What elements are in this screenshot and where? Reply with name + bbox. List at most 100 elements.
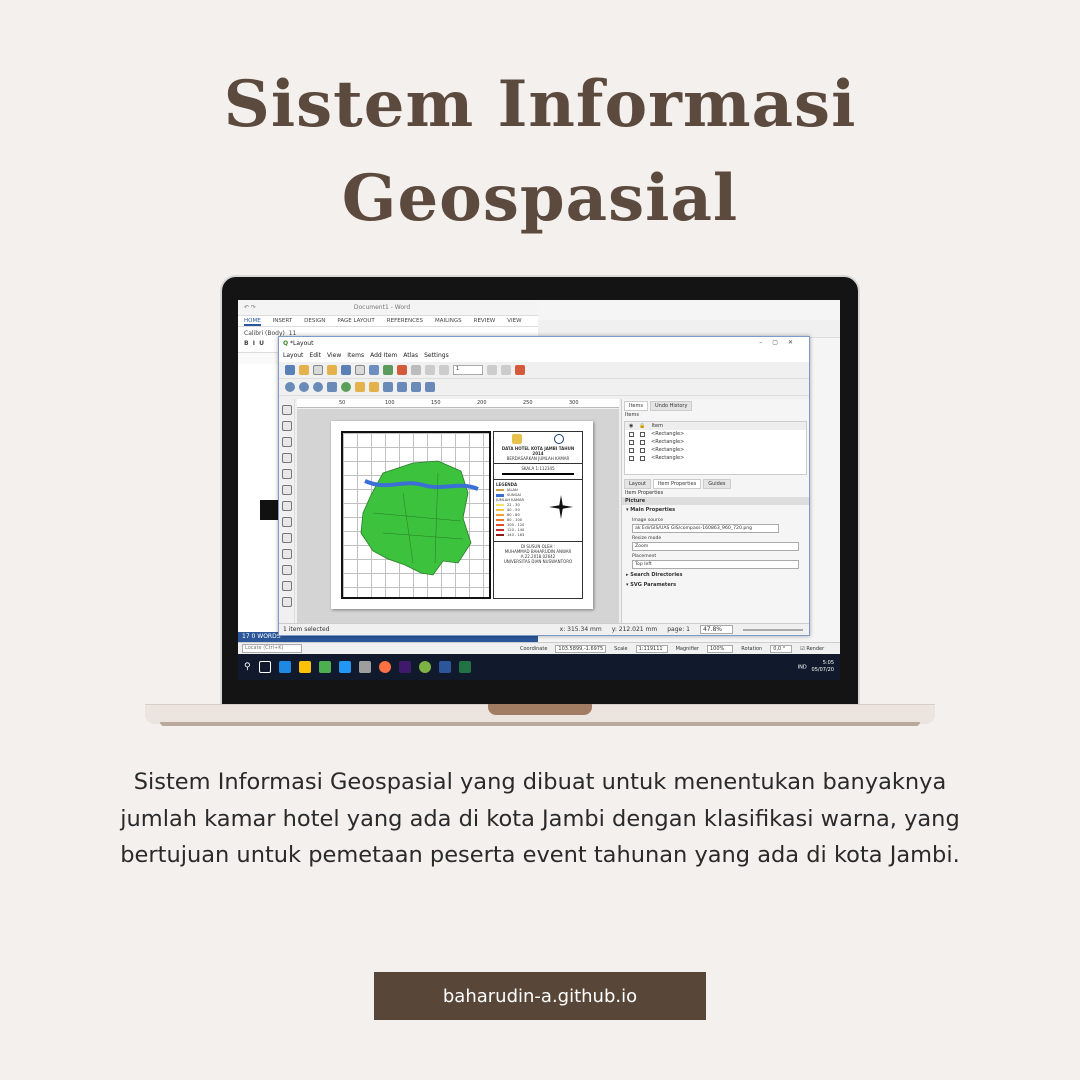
zoom-100-icon[interactable] — [313, 382, 323, 392]
dropbox-icon[interactable] — [338, 661, 351, 673]
zoom-tool-icon[interactable] — [281, 421, 292, 431]
layout-canvas[interactable]: DATA HOTEL KOTA JAMBI TAHUN 2014 BERDASA… — [297, 409, 619, 625]
language-indicator[interactable]: IND — [798, 665, 807, 671]
window-controls[interactable]: –▢✕ — [759, 339, 803, 346]
search-directories-section[interactable]: ▸ Search Directories — [622, 570, 809, 580]
word-tab-design[interactable]: DESIGN — [304, 316, 325, 326]
tab-items[interactable]: Items — [624, 401, 648, 411]
photos-icon[interactable] — [318, 661, 331, 673]
menu-add-item[interactable]: Add Item — [370, 352, 397, 361]
word-tab-home[interactable]: HOME — [244, 316, 261, 326]
coordinate-field[interactable]: 103.5899,-1.6975 — [555, 644, 607, 653]
word-tab-insert[interactable]: INSERT — [273, 316, 292, 326]
word-tab-page-layout[interactable]: PAGE LAYOUT — [337, 316, 374, 326]
save-icon[interactable] — [285, 365, 295, 375]
page-icon[interactable] — [355, 365, 365, 375]
lock-checkbox[interactable] — [640, 455, 645, 461]
menu-atlas[interactable]: Atlas — [403, 352, 418, 361]
refresh-icon[interactable] — [341, 382, 351, 392]
select-tool-icon[interactable] — [281, 437, 292, 447]
task-view-icon[interactable] — [258, 661, 271, 673]
add-table-icon[interactable] — [281, 597, 292, 607]
map-item[interactable] — [341, 431, 491, 599]
word-tab-references[interactable]: REFERENCES — [387, 316, 423, 326]
move-content-icon[interactable] — [281, 453, 292, 463]
tab-undo-history[interactable]: Undo History — [650, 401, 693, 411]
export-image-icon[interactable] — [383, 365, 393, 375]
resize-mode-select[interactable]: Zoom — [632, 542, 799, 551]
list-item[interactable]: <Rectangle> — [625, 430, 806, 438]
store-icon[interactable] — [298, 661, 311, 673]
group-icon[interactable] — [383, 382, 393, 392]
save-template-icon[interactable] — [341, 365, 351, 375]
render-checkbox[interactable]: ☑ Render — [800, 646, 824, 652]
clock[interactable]: 5:05 05/07/20 — [812, 660, 834, 674]
pan-tool-icon[interactable] — [281, 405, 292, 415]
add-legend-icon[interactable] — [281, 533, 292, 543]
image-source-input[interactable]: ak Edi/GIS/UAS GIS/compass-160863_960_72… — [632, 524, 779, 533]
rotation-field[interactable]: 0,0 ° — [770, 644, 793, 653]
zoom-in-icon[interactable] — [285, 382, 295, 392]
visibility-checkbox[interactable] — [629, 447, 634, 453]
lock-checkbox[interactable] — [640, 439, 645, 445]
add-picture-icon[interactable] — [281, 501, 292, 511]
atlas-first-icon[interactable] — [425, 365, 435, 375]
print-icon[interactable] — [369, 365, 379, 375]
tab-guides[interactable]: Guides — [703, 479, 731, 489]
list-item[interactable]: <Rectangle> — [625, 438, 806, 446]
add-arrow-icon[interactable] — [281, 581, 292, 591]
word-icon[interactable] — [438, 661, 451, 673]
list-item[interactable]: <Rectangle> — [625, 454, 806, 462]
duplicate-icon[interactable] — [313, 365, 323, 375]
atlas-page-select[interactable]: 1 — [453, 365, 483, 375]
lock-checkbox[interactable] — [640, 431, 645, 437]
open-folder-icon[interactable] — [327, 365, 337, 375]
visibility-checkbox[interactable] — [629, 439, 634, 445]
firefox-icon[interactable] — [378, 661, 391, 673]
edge-icon[interactable] — [278, 661, 291, 673]
word-tab-view[interactable]: VIEW — [507, 316, 521, 326]
after-effects-icon[interactable] — [398, 661, 411, 673]
atlas-prev-icon[interactable] — [439, 365, 449, 375]
atlas-print-icon[interactable] — [515, 365, 525, 375]
magnifier-field[interactable]: 100% — [706, 644, 734, 653]
word-tab-review[interactable]: REVIEW — [474, 316, 496, 326]
new-layout-icon[interactable] — [299, 365, 309, 375]
svg-parameters-section[interactable]: ▾ SVG Parameters — [622, 580, 809, 590]
lower-item-icon[interactable] — [369, 382, 379, 392]
qgis-icon[interactable] — [418, 661, 431, 673]
main-properties-section[interactable]: ▾ Main Properties — [622, 505, 809, 515]
tab-item-properties[interactable]: Item Properties — [653, 479, 702, 489]
menu-layout[interactable]: Layout — [283, 352, 303, 361]
atlas-next-icon[interactable] — [487, 365, 497, 375]
add-scalebar-icon[interactable] — [281, 549, 292, 559]
resize-icon[interactable] — [425, 382, 435, 392]
list-item[interactable]: <Rectangle> — [625, 446, 806, 454]
distribute-icon[interactable] — [411, 382, 421, 392]
undo-icon[interactable] — [397, 365, 407, 375]
raise-item-icon[interactable] — [355, 382, 365, 392]
menu-items[interactable]: Items — [347, 352, 364, 361]
scale-field[interactable]: 1:119111 — [635, 644, 668, 653]
align-icon[interactable] — [397, 382, 407, 392]
zoom-full-icon[interactable] — [327, 382, 337, 392]
add-map-icon[interactable] — [281, 485, 292, 495]
mail-icon[interactable] — [358, 661, 371, 673]
add-label-icon[interactable] — [281, 517, 292, 527]
word-tab-mailings[interactable]: MAILINGS — [435, 316, 462, 326]
zoom-out-icon[interactable] — [299, 382, 309, 392]
menu-settings[interactable]: Settings — [424, 352, 449, 361]
add-shape-icon[interactable] — [281, 565, 292, 575]
visibility-checkbox[interactable] — [629, 455, 634, 461]
menu-view[interactable]: View — [327, 352, 341, 361]
website-link-button[interactable]: baharudin-a.github.io — [374, 972, 706, 1020]
locator-search-input[interactable]: Locate (Ctrl+K) — [242, 644, 302, 653]
zoom-select[interactable]: 47.8% — [699, 625, 733, 634]
system-tray[interactable]: IND 5:05 05/07/20 — [798, 660, 840, 674]
placement-select[interactable]: Top left — [632, 560, 799, 569]
search-icon[interactable]: ⚲ — [244, 662, 251, 672]
visibility-checkbox[interactable] — [629, 431, 634, 437]
map-legend-frame[interactable]: DATA HOTEL KOTA JAMBI TAHUN 2014 BERDASA… — [493, 431, 583, 599]
zoom-slider[interactable] — [743, 628, 803, 631]
excel-icon[interactable] — [458, 661, 471, 673]
